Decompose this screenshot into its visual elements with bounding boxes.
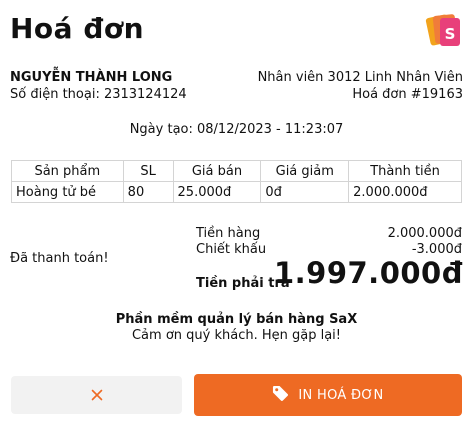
cell-amount: 2.000.000đ	[348, 181, 462, 203]
cell-price: 25.000đ	[172, 181, 262, 203]
table-row: Hoàng tử bé 80 25.000đ 0đ 2.000.000đ	[11, 181, 462, 203]
cell-product: Hoàng tử bé	[11, 181, 124, 203]
table-header-row: Sản phẩm SL Giá bán Giá giảm Thành tiền	[11, 160, 462, 182]
column-header-product: Sản phẩm	[11, 160, 124, 182]
page-title: Hoá đơn	[10, 12, 145, 45]
cell-discount: 0đ	[260, 181, 350, 203]
subtotal-label: Tiền hàng	[196, 226, 261, 241]
staff-label: Nhân viên 3012 Linh Nhân Viên	[257, 70, 463, 85]
column-header-discount: Giá giảm	[260, 160, 350, 182]
close-icon	[91, 386, 103, 405]
items-table: Sản phẩm SL Giá bán Giá giảm Thành tiền …	[11, 160, 462, 203]
payment-status: Đã thanh toán!	[10, 251, 109, 266]
sax-logo-icon: S	[424, 10, 464, 50]
subtotal-value: 2.000.000đ	[387, 226, 462, 241]
discount-value: -3.000đ	[411, 242, 462, 257]
created-date: Ngày tạo: 08/12/2023 - 11:23:07	[129, 122, 344, 137]
invoice-number: Hoá đơn #19163	[352, 87, 463, 102]
total-value: 1.997.000đ	[273, 256, 463, 290]
close-button[interactable]	[11, 376, 182, 414]
print-invoice-button[interactable]: IN HOÁ ĐƠN	[194, 374, 462, 416]
column-header-amount: Thành tiền	[348, 160, 462, 182]
footer-software-name: Phần mềm quản lý bán hàng SaX	[115, 312, 358, 327]
print-invoice-label: IN HOÁ ĐƠN	[298, 387, 384, 403]
column-header-price: Giá bán	[172, 160, 262, 182]
tag-icon	[272, 385, 298, 406]
footer-thanks: Cảm ơn quý khách. Hẹn gặp lại!	[131, 328, 341, 343]
customer-name: NGUYỄN THÀNH LONG	[10, 70, 173, 85]
cell-quantity: 80	[122, 181, 174, 203]
svg-text:S: S	[445, 25, 456, 43]
customer-phone: Số điện thoại: 2313124124	[10, 87, 187, 102]
discount-label: Chiết khấu	[196, 242, 267, 257]
column-header-quantity: SL	[122, 160, 174, 182]
